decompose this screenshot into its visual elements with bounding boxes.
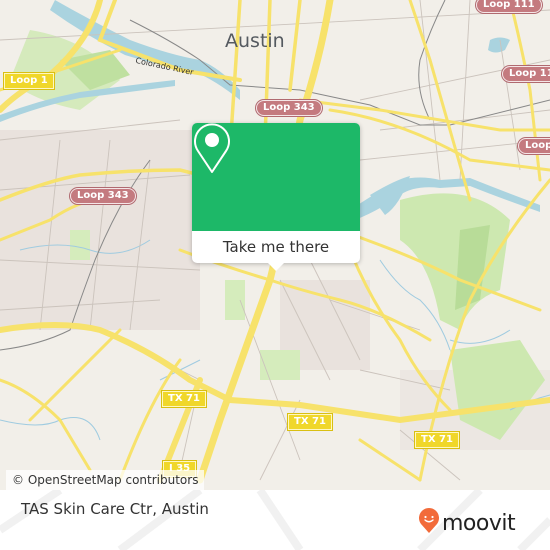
moovit-smiley-pin-icon: [418, 508, 440, 538]
road-shield-loop-1: Loop 1: [4, 73, 54, 89]
moovit-logo[interactable]: moovit: [418, 508, 516, 538]
road-shield-loop-343: Loop 343: [256, 100, 322, 116]
map-view[interactable]: Austin Colorado River Loop 1 Loop 111 Lo…: [0, 0, 550, 490]
popup-pointer: [268, 263, 284, 271]
road-shield-tx-71: TX 71: [415, 432, 459, 448]
moovit-wordmark: moovit: [442, 510, 516, 536]
city-label-austin: Austin: [225, 30, 285, 52]
destination-popup: Take me there: [192, 123, 360, 271]
popup-header: [192, 123, 360, 231]
road-shield-loop-343: Loop 343: [70, 188, 136, 204]
road-shield-tx-71: TX 71: [162, 391, 206, 407]
road-shield-loop: Loop: [518, 138, 550, 154]
place-name: TAS Skin Care Ctr, Austin: [21, 500, 209, 518]
road-shield-loop-111: Loop 111: [476, 0, 542, 13]
road-shield-loop-111: Loop 111: [502, 66, 550, 82]
take-me-there-button[interactable]: Take me there: [192, 231, 360, 263]
map-attribution[interactable]: © OpenStreetMap contributors: [6, 470, 205, 490]
road-shield-tx-71: TX 71: [288, 414, 332, 430]
